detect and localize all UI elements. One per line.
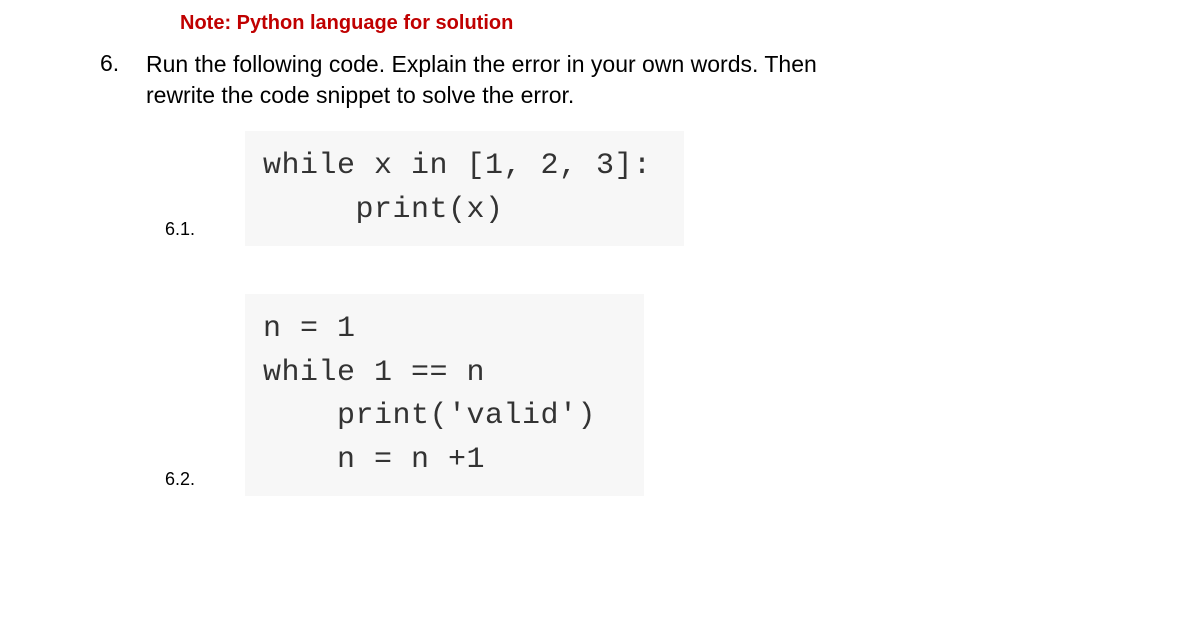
question-text: Run the following code. Explain the erro… <box>146 49 817 111</box>
subsection-6.2: 6.2. n = 1 while 1 == n print('valid') n… <box>40 294 1160 496</box>
question-line2: rewrite the code snippet to solve the er… <box>146 82 574 108</box>
question-number: 6. <box>100 49 146 77</box>
subsection-6.1: 6.1. while x in [1, 2, 3]: print(x) <box>40 131 1160 246</box>
code-block-6.2: n = 1 while 1 == n print('valid') n = n … <box>245 294 644 496</box>
sub-number-6.2: 6.2. <box>165 469 220 496</box>
question-row: 6. Run the following code. Explain the e… <box>40 49 1160 111</box>
question-line1: Run the following code. Explain the erro… <box>146 51 817 77</box>
note-text: Note: Python language for solution <box>180 12 1160 35</box>
code-block-6.1: while x in [1, 2, 3]: print(x) <box>245 131 684 246</box>
sub-number-6.1: 6.1. <box>165 219 220 246</box>
